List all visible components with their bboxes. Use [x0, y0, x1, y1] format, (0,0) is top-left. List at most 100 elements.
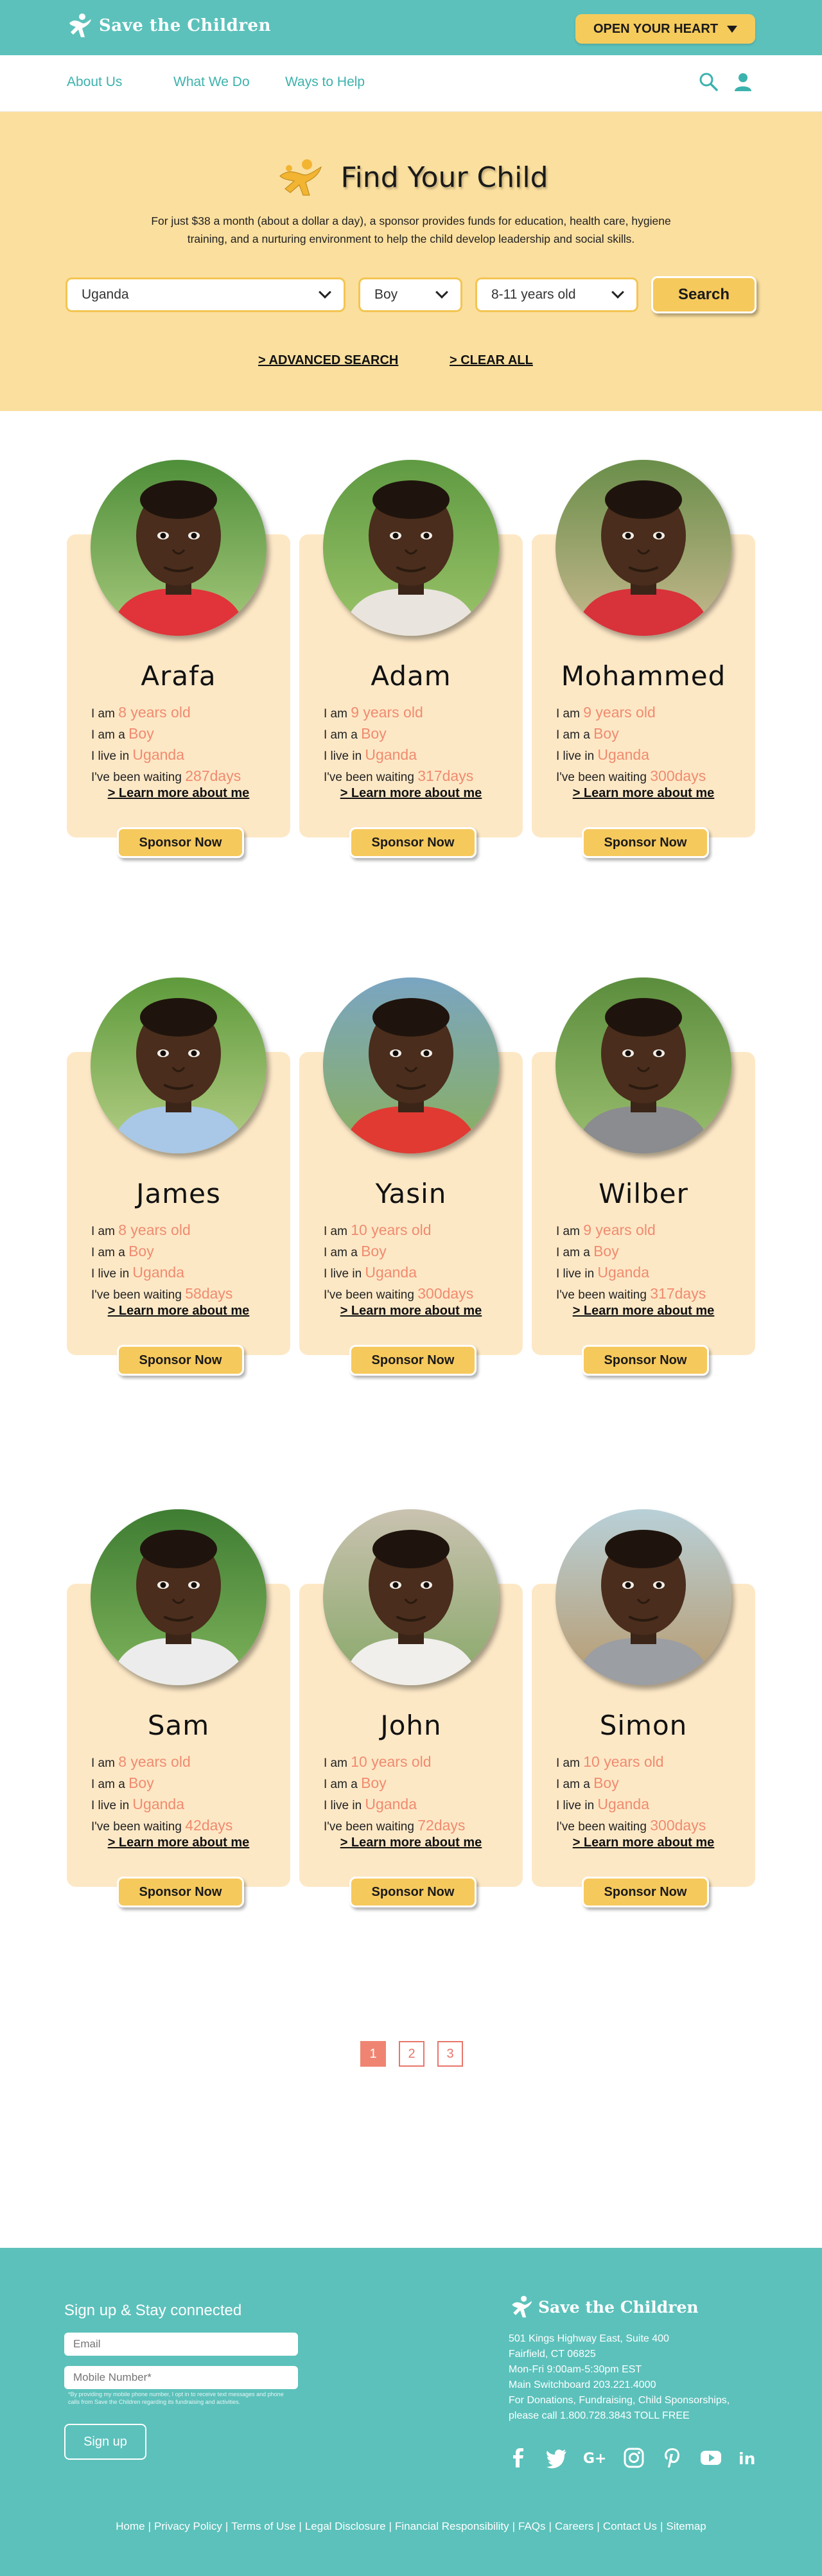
hero-description: For just $38 a month (about a dollar a d… [151, 215, 671, 245]
nav-ways-to-help[interactable]: Ways to Help [285, 74, 365, 90]
footer-brand-logo[interactable]: Save the Children [509, 2294, 699, 2320]
open-your-heart-button[interactable]: OPEN YOUR HEART [575, 14, 755, 44]
child-country: Uganda [597, 1264, 649, 1281]
page-1-button[interactable]: 1 [360, 2041, 386, 2067]
linkedin-icon[interactable]: in [737, 2446, 762, 2470]
learn-more-link[interactable]: > Learn more about me [67, 1836, 290, 1850]
sponsor-now-button[interactable]: Sponsor Now [117, 827, 244, 858]
child-photo[interactable] [323, 1509, 499, 1685]
footer-link[interactable]: Contact Us [603, 2520, 657, 2532]
child-gender: Boy [361, 1774, 387, 1791]
email-field[interactable] [64, 2333, 298, 2356]
fact-label: I live in [324, 1267, 362, 1281]
instagram-icon[interactable] [622, 2446, 646, 2470]
footer-link[interactable]: Terms of Use [231, 2520, 295, 2532]
signup-button[interactable]: Sign up [64, 2424, 146, 2460]
child-photo[interactable] [555, 1509, 731, 1685]
child-portrait [91, 977, 267, 1153]
page-2-button[interactable]: 2 [399, 2041, 424, 2067]
learn-more-link[interactable]: > Learn more about me [67, 786, 290, 801]
child-portrait [555, 460, 731, 636]
child-waiting-days: 300days [417, 1285, 474, 1302]
child-photo[interactable] [555, 977, 731, 1153]
footer-link[interactable]: FAQs [518, 2520, 546, 2532]
sponsor-now-button[interactable]: Sponsor Now [117, 1345, 244, 1376]
child-photo[interactable] [555, 460, 731, 636]
pinterest-icon[interactable] [660, 2446, 685, 2470]
child-waiting-days: 300days [650, 767, 706, 784]
child-country: Uganda [597, 1796, 649, 1812]
fact-label: I am a [556, 728, 590, 742]
learn-more-link[interactable]: > Learn more about me [532, 1304, 755, 1319]
child-country: Uganda [132, 1264, 184, 1281]
age-line: I am 8 years old [91, 1220, 232, 1241]
clear-all-link[interactable]: > CLEAR ALL [450, 353, 533, 368]
learn-more-link[interactable]: > Learn more about me [299, 1304, 523, 1319]
child-photo[interactable] [323, 460, 499, 636]
footer-link[interactable]: Careers [555, 2520, 593, 2532]
country-line: I live in Uganda [324, 1263, 473, 1284]
nav-what-we-do[interactable]: What We Do [173, 74, 250, 90]
search-button[interactable]: Search [651, 276, 756, 313]
child-country: Uganda [597, 746, 649, 763]
footer-link[interactable]: Home [116, 2520, 144, 2532]
learn-more-link[interactable]: > Learn more about me [67, 1304, 290, 1319]
fact-label: I've been waiting [556, 771, 647, 784]
child-country: Uganda [365, 1264, 417, 1281]
learn-more-link[interactable]: > Learn more about me [532, 786, 755, 801]
footer-link[interactable]: Legal Disclosure [305, 2520, 386, 2532]
child-age: 9 years old [583, 1222, 656, 1238]
fact-label: I am [91, 1757, 115, 1770]
age-select[interactable]: 8-11 years old [475, 277, 638, 312]
signup-title: Sign up & Stay connected [64, 2302, 242, 2319]
advanced-search-link[interactable]: > ADVANCED SEARCH [258, 353, 398, 368]
child-card: Sam I am 8 years old I am a Boy I live i… [67, 1509, 290, 1907]
sponsor-now-button[interactable]: Sponsor Now [349, 827, 477, 858]
sponsor-now-button[interactable]: Sponsor Now [582, 827, 709, 858]
learn-more-link[interactable]: > Learn more about me [299, 786, 523, 801]
link-separator: | [548, 2520, 552, 2532]
sponsor-now-button[interactable]: Sponsor Now [582, 1877, 709, 1907]
gender-select[interactable]: Boy [358, 277, 462, 312]
find-your-child-heading: Find Your Child [340, 161, 548, 194]
footer-link[interactable]: Privacy Policy [154, 2520, 222, 2532]
child-photo[interactable] [91, 460, 267, 636]
brand-logo[interactable]: Save the Children [66, 12, 271, 40]
fact-label: I live in [91, 749, 130, 763]
child-photo[interactable] [323, 977, 499, 1153]
link-separator: | [512, 2520, 516, 2532]
sponsor-now-button[interactable]: Sponsor Now [349, 1345, 477, 1376]
age-line: I am 8 years old [91, 703, 241, 724]
child-photo[interactable] [91, 1509, 267, 1685]
facebook-icon[interactable] [506, 2446, 530, 2470]
learn-more-link[interactable]: > Learn more about me [532, 1836, 755, 1850]
search-icon[interactable] [697, 71, 719, 92]
country-select[interactable]: Uganda [66, 277, 345, 312]
sponsor-now-button[interactable]: Sponsor Now [582, 1345, 709, 1376]
fact-label: I live in [324, 749, 362, 763]
fact-label: I've been waiting [91, 1820, 182, 1834]
page-3-button[interactable]: 3 [437, 2041, 463, 2067]
fact-label: I am [324, 1757, 347, 1770]
sponsor-now-button[interactable]: Sponsor Now [117, 1877, 244, 1907]
footer-link[interactable]: Sitemap [666, 2520, 706, 2532]
age-line: I am 10 years old [556, 1752, 706, 1773]
nav-about-us[interactable]: About Us [67, 74, 122, 90]
child-gender: Boy [128, 1774, 154, 1791]
google-plus-icon[interactable]: G+ [583, 2446, 608, 2470]
gender-line: I am a Boy [324, 724, 473, 745]
mobile-number-field[interactable] [64, 2366, 298, 2389]
child-photo[interactable] [91, 977, 267, 1153]
child-card: John I am 10 years old I am a Boy I live… [299, 1509, 523, 1907]
child-facts: I am 10 years old I am a Boy I live in U… [556, 1752, 706, 1837]
learn-more-link[interactable]: > Learn more about me [299, 1836, 523, 1850]
gender-select-value: Boy [374, 287, 398, 302]
footer-brand-name: Save the Children [538, 2297, 699, 2317]
twitter-icon[interactable] [545, 2446, 569, 2470]
youtube-icon[interactable] [699, 2446, 723, 2470]
children-logo-icon [279, 159, 322, 196]
user-icon[interactable] [732, 71, 754, 92]
footer-link[interactable]: Financial Responsibility [395, 2520, 509, 2532]
sponsor-now-button[interactable]: Sponsor Now [349, 1877, 477, 1907]
child-facts: I am 10 years old I am a Boy I live in U… [324, 1220, 473, 1305]
